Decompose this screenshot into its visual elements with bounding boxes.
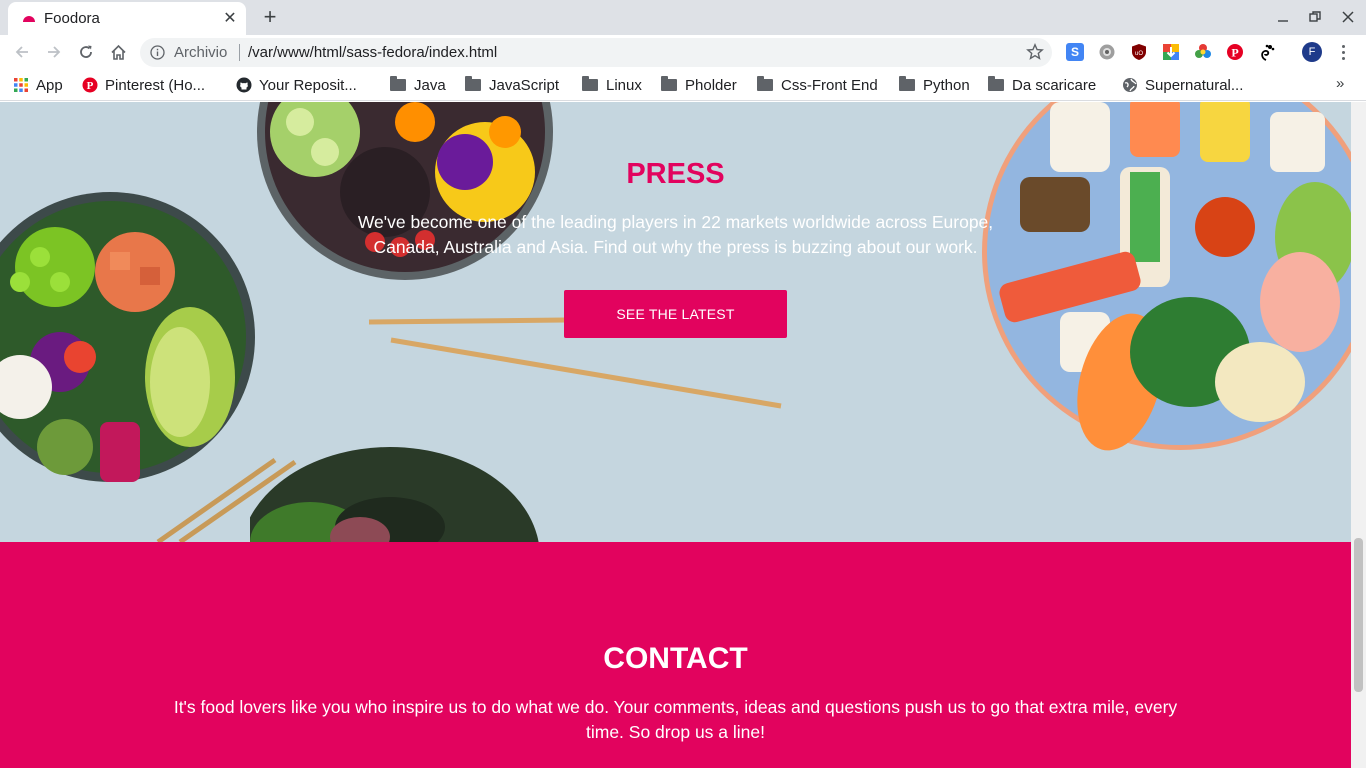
home-icon[interactable] [105, 39, 131, 65]
folder-icon [390, 76, 406, 91]
page-viewport: PRESS We've become one of the leading pl… [0, 102, 1351, 768]
pinterest-extension-icon[interactable]: P [1226, 43, 1244, 61]
gnome-extension-icon[interactable] [1258, 43, 1276, 61]
press-title: PRESS [626, 158, 725, 190]
globe-extension-icon[interactable] [1098, 43, 1116, 61]
url-text[interactable]: /var/www/html/sass-fedora/index.html [248, 44, 497, 61]
foodora-favicon-icon [23, 16, 35, 22]
press-description: We've become one of the leading players … [357, 212, 994, 257]
scrollbar-thumb[interactable] [1354, 538, 1363, 692]
download-extension-icon[interactable] [1162, 43, 1180, 61]
bookmark-label: Java [414, 76, 446, 94]
apps-grid-icon [14, 78, 28, 92]
profile-avatar[interactable]: F [1302, 42, 1322, 62]
folder-icon [757, 76, 773, 91]
bookmark-label: App [36, 76, 63, 94]
bookmark-folder-linux[interactable]: Linux [582, 75, 642, 95]
poke-bowl-left-image [0, 192, 255, 482]
svg-text:P: P [87, 80, 94, 92]
bookmark-pinterest[interactable]: P Pinterest (Ho... [82, 75, 205, 95]
bookmark-folder-java[interactable]: Java [390, 75, 446, 95]
s-extension-icon[interactable]: S [1066, 43, 1084, 61]
bookmark-app[interactable]: App [13, 75, 63, 95]
contact-section: CONTACT It's food lovers like you who in… [0, 542, 1351, 768]
github-icon [236, 77, 252, 93]
bookmark-folder-python[interactable]: Python [899, 75, 970, 95]
bookmark-label: JavaScript [489, 76, 560, 94]
address-separator [239, 44, 240, 61]
bookmark-label: Your Reposit... [259, 76, 357, 94]
see-the-latest-button[interactable]: SEE THE LATEST [564, 290, 787, 338]
folder-icon [988, 76, 1004, 91]
color-wheel-icon[interactable] [1194, 43, 1212, 61]
tab-strip: Foodora ✕ + [0, 0, 1366, 35]
new-tab-button[interactable]: + [258, 4, 282, 30]
contact-description: It's food lovers like you who inspire us… [173, 697, 1178, 742]
security-label: Archivio [174, 44, 228, 61]
sushi-plate-image [982, 102, 1351, 451]
svg-text:uO: uO [1135, 51, 1143, 57]
press-section: PRESS We've become one of the leading pl… [0, 102, 1351, 542]
bookmark-star-icon[interactable] [1026, 43, 1044, 61]
tab-foodora[interactable]: Foodora ✕ [8, 2, 246, 35]
folder-icon [899, 76, 915, 91]
restore-icon[interactable] [1300, 5, 1330, 29]
tab-title: Foodora [44, 10, 100, 27]
address-bar[interactable]: Archivio /var/www/html/sass-fedora/index… [140, 38, 1052, 67]
bookmark-label: Linux [606, 76, 642, 94]
reload-icon[interactable] [73, 39, 99, 65]
bookmark-folder-da-scaricare[interactable]: Da scaricare [988, 75, 1096, 95]
bookmarks-bar: App P Pinterest (Ho... Your Reposit... J… [0, 69, 1366, 101]
bookmark-folder-pholder[interactable]: Pholder [661, 75, 737, 95]
bookmark-label: Python [923, 76, 970, 94]
browser-toolbar: Archivio /var/www/html/sass-fedora/index… [0, 35, 1366, 69]
menu-dots-icon[interactable] [1336, 42, 1350, 62]
ublock-icon[interactable]: uO [1130, 43, 1148, 61]
more-bookmarks-chevron-icon[interactable]: » [1336, 75, 1344, 92]
folder-icon [661, 76, 677, 91]
svg-text:P: P [1231, 46, 1238, 60]
folder-icon [465, 76, 481, 91]
close-window-icon[interactable] [1333, 5, 1363, 29]
back-icon[interactable] [9, 39, 35, 65]
contact-title: CONTACT [603, 642, 748, 675]
folder-icon [582, 76, 598, 91]
minimize-icon[interactable] [1268, 5, 1298, 29]
tab-close-icon[interactable]: ✕ [220, 8, 240, 28]
bookmark-label: Supernatural... [1145, 76, 1244, 94]
bookmark-folder-javascript[interactable]: JavaScript [465, 75, 559, 95]
poke-bowl-bottom-image [250, 447, 539, 542]
pinterest-icon: P [82, 77, 98, 93]
globe-icon [1123, 78, 1137, 92]
page-scrollbar[interactable] [1351, 102, 1366, 768]
bookmark-label: Pholder [685, 76, 737, 94]
info-icon[interactable] [150, 45, 165, 60]
bookmark-folder-css-front-end[interactable]: Css-Front End [757, 75, 878, 95]
bookmark-github[interactable]: Your Reposit... [236, 75, 357, 95]
bookmark-label: Pinterest (Ho... [105, 76, 206, 94]
bookmark-label: Da scaricare [1012, 76, 1097, 94]
bookmark-label: Css-Front End [781, 76, 878, 94]
bookmark-supernatural[interactable]: Supernatural... [1122, 75, 1243, 95]
forward-icon[interactable] [41, 39, 67, 65]
